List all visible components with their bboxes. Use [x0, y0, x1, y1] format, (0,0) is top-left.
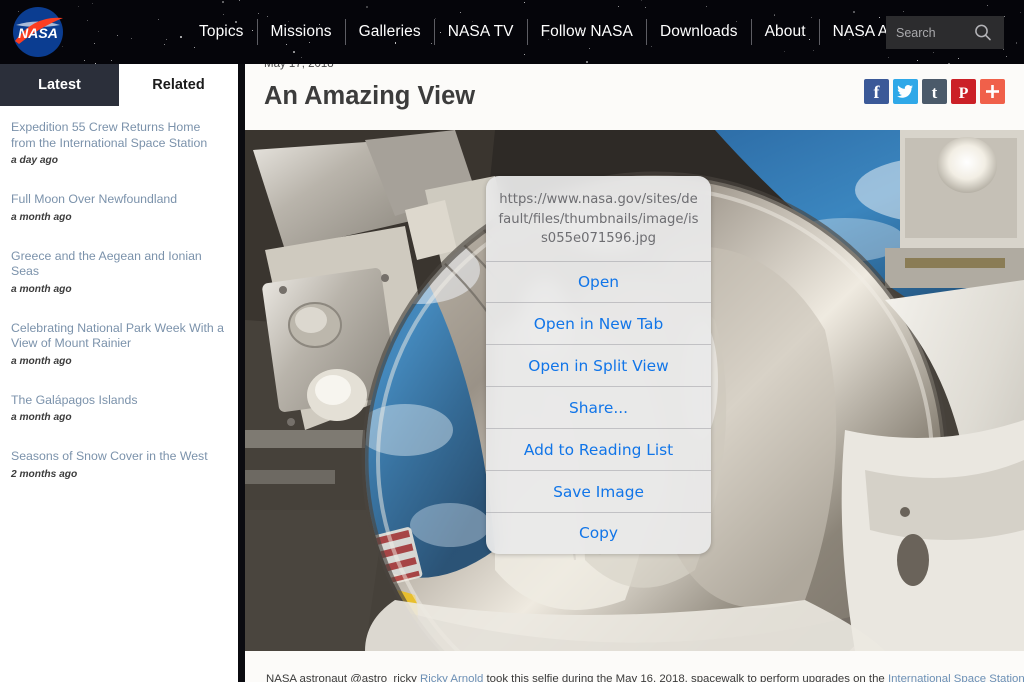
top-navigation-bar: NASA Topics Missions Galleries NASA TV F… — [0, 0, 1024, 64]
svg-text:f: f — [874, 82, 881, 102]
article-link[interactable]: Expedition 55 Crew Returns Home from the… — [11, 120, 227, 151]
caption-link-ricky-arnold[interactable]: Ricky Arnold — [420, 673, 483, 682]
nav-link-about[interactable]: About — [750, 19, 819, 45]
nav-link-nasa-tv[interactable]: NASA TV — [433, 19, 527, 45]
nav-link-topics[interactable]: Topics — [186, 19, 257, 45]
tab-latest[interactable]: Latest — [0, 64, 119, 106]
context-menu-item-open-in-new-tab[interactable]: Open in New Tab — [486, 302, 711, 344]
nav-link-galleries[interactable]: Galleries — [344, 19, 434, 45]
context-menu-item-copy[interactable]: Copy — [486, 512, 711, 554]
list-item[interactable]: Seasons of Snow Cover in the West 2 mont… — [11, 449, 227, 480]
context-menu-item-share[interactable]: Share... — [486, 386, 711, 428]
sidebar: Latest Related Expedition 55 Crew Return… — [0, 64, 238, 682]
article-timestamp: a day ago — [11, 155, 58, 166]
article-timestamp: a month ago — [11, 355, 72, 367]
nav-link-downloads[interactable]: Downloads — [646, 19, 751, 45]
nav-links: Topics Missions Galleries NASA TV Follow… — [186, 0, 964, 64]
article-timestamp: 2 months ago — [11, 468, 78, 480]
search-icon[interactable] — [972, 22, 994, 44]
list-item[interactable]: Greece and the Aegean and Ionian Seas a … — [11, 249, 227, 295]
article-link[interactable]: Seasons of Snow Cover in the West — [11, 449, 227, 465]
image-context-menu: https://www.nasa.gov/sites/default/files… — [486, 176, 711, 554]
nasa-logo-text: NASA — [18, 25, 58, 41]
search-input[interactable] — [886, 16, 972, 49]
twitter-icon — [897, 85, 913, 98]
svg-text:t: t — [932, 83, 938, 102]
plus-icon — [986, 85, 999, 98]
article-list: Expedition 55 Crew Returns Home from the… — [0, 106, 238, 480]
article-link[interactable]: Full Moon Over Newfoundland — [11, 192, 227, 208]
list-item[interactable]: The Galápagos Islands a month ago — [11, 393, 227, 424]
twitter-share-button[interactable] — [893, 79, 918, 104]
context-menu-item-save-image[interactable]: Save Image — [486, 470, 711, 512]
context-menu-url: https://www.nasa.gov/sites/default/files… — [498, 192, 699, 246]
article-link[interactable]: The Galápagos Islands — [11, 393, 227, 409]
caption-mid: took this selfie during the May 16, 2018… — [483, 673, 888, 682]
caption-link-iss[interactable]: International Space Station — [888, 673, 1024, 682]
facebook-share-button[interactable]: f — [864, 79, 889, 104]
tab-related[interactable]: Related — [119, 64, 238, 106]
list-item[interactable]: Expedition 55 Crew Returns Home from the… — [11, 120, 227, 166]
article-link[interactable]: Greece and the Aegean and Ionian Seas — [11, 249, 227, 280]
facebook-icon: f — [874, 82, 881, 102]
station-lamp — [937, 137, 997, 193]
tumblr-icon: t — [932, 83, 938, 102]
sidebar-tabs: Latest Related — [0, 64, 238, 106]
nasa-logo[interactable]: NASA — [10, 5, 66, 59]
pinterest-icon: P — [959, 85, 969, 102]
share-buttons: f t P — [864, 79, 1005, 104]
tumblr-share-button[interactable]: t — [922, 79, 947, 104]
article-timestamp: a month ago — [11, 211, 72, 223]
search-box[interactable] — [886, 16, 1004, 49]
svg-text:P: P — [959, 85, 969, 102]
caption-pre: NASA astronaut @astro_ricky — [266, 673, 421, 682]
list-item[interactable]: Full Moon Over Newfoundland a month ago — [11, 192, 227, 223]
context-menu-item-open-in-split-view[interactable]: Open in Split View — [486, 344, 711, 386]
article-timestamp: a month ago — [11, 283, 72, 295]
context-menu-item-add-to-reading-list[interactable]: Add to Reading List — [486, 428, 711, 470]
nav-link-missions[interactable]: Missions — [256, 19, 345, 45]
context-menu-item-open[interactable]: Open — [486, 260, 711, 303]
more-share-button[interactable] — [980, 79, 1005, 104]
photo-caption: NASA astronaut @astro_ricky Ricky Arnold… — [266, 672, 1024, 682]
article-date: May 17, 2018 — [264, 64, 334, 70]
pinterest-share-button[interactable]: P — [951, 79, 976, 104]
article-timestamp: a month ago — [11, 412, 72, 423]
page-title: An Amazing View — [264, 82, 476, 110]
list-item[interactable]: Celebrating National Park Week With a Vi… — [11, 321, 227, 367]
nav-link-follow-nasa[interactable]: Follow NASA — [526, 19, 646, 45]
sidebar-content-divider — [238, 64, 245, 682]
article-link[interactable]: Celebrating National Park Week With a Vi… — [11, 321, 227, 352]
